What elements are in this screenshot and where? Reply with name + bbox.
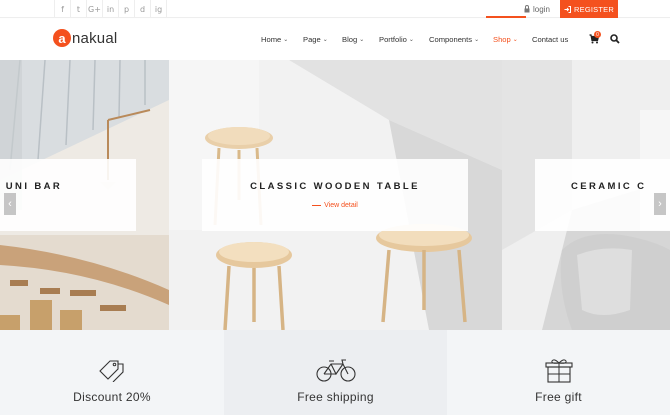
feature-discount: Discount 20%	[0, 330, 224, 415]
active-nav-indicator	[486, 16, 526, 18]
logo[interactable]: a nakual	[53, 29, 117, 47]
lock-icon	[524, 5, 530, 13]
bicycle-icon	[315, 359, 356, 382]
nav-item-components[interactable]: Components ⌄	[429, 19, 479, 60]
view-detail-label: View detail	[324, 202, 358, 209]
nav-label: Portfolio	[379, 35, 407, 44]
nav-item-page[interactable]: Page ⌄	[303, 19, 328, 60]
facebook-icon[interactable]: f	[55, 0, 71, 18]
feature-label: Free shipping	[297, 390, 374, 404]
chevron-right-icon: ›	[658, 198, 662, 210]
slide-classic-wooden-table: CLASSIC WOODEN TABLE View detail	[169, 60, 502, 330]
chevron-down-icon: ⌄	[408, 37, 414, 43]
cart-count-badge: 0	[594, 31, 601, 38]
slide-uni-bar: UNI BAR	[0, 60, 169, 330]
chevron-down-icon: ⌄	[512, 37, 518, 43]
login-link[interactable]: login	[524, 0, 550, 18]
nav-label: Contact us	[532, 35, 569, 44]
login-label: login	[533, 4, 550, 14]
link-dash	[312, 204, 322, 206]
feature-label: Free gift	[535, 390, 582, 404]
feature-label: Discount 20%	[73, 390, 151, 404]
logo-mark: a	[53, 29, 71, 47]
pinterest-icon[interactable]: p	[119, 0, 135, 18]
slide-caption: UNI BAR	[0, 159, 136, 231]
twitter-icon[interactable]: t	[71, 0, 87, 18]
nav-item-contact[interactable]: Contact us	[532, 19, 568, 60]
instagram-icon[interactable]: ig	[151, 0, 167, 18]
nav-item-home[interactable]: Home ⌄	[261, 19, 288, 60]
top-bar: f t G+ in p d ig login REGISTER	[0, 0, 670, 18]
slide-ceramic: CERAMIC C	[502, 60, 670, 330]
google-plus-icon[interactable]: G+	[87, 0, 103, 18]
slide-title: UNI BAR	[5, 181, 63, 192]
linkedin-icon[interactable]: in	[103, 0, 119, 18]
main-header: a nakual Home ⌄ Page ⌄ Blog ⌄ Portfolio ⌄ Co…	[0, 19, 670, 60]
nav-label: Home	[261, 35, 282, 44]
slide-title: CLASSIC WOODEN TABLE	[250, 181, 420, 192]
dribbble-icon[interactable]: d	[135, 0, 151, 18]
nav-item-shop[interactable]: Shop ⌄	[493, 19, 518, 60]
chevron-down-icon: ⌄	[322, 37, 328, 43]
gift-icon	[544, 359, 573, 383]
search-icon[interactable]	[610, 34, 620, 44]
next-slide-button[interactable]: ›	[654, 193, 666, 215]
social-links: f t G+ in p d ig	[54, 0, 167, 18]
chevron-down-icon: ⌄	[359, 37, 365, 43]
tag-icon	[99, 360, 124, 382]
slide-caption: CLASSIC WOODEN TABLE View detail	[202, 159, 468, 231]
nav-item-portfolio[interactable]: Portfolio ⌄	[379, 19, 414, 60]
chevron-down-icon: ⌄	[474, 37, 480, 43]
nav-item-blog[interactable]: Blog ⌄	[342, 19, 364, 60]
nav-label: Blog	[342, 35, 358, 44]
sign-in-icon	[564, 5, 572, 13]
features-strip: Discount 20% Free shipping Free gift	[0, 330, 670, 415]
register-label: REGISTER	[574, 4, 614, 14]
chevron-left-icon: ‹	[8, 198, 12, 210]
logo-text: nakual	[72, 29, 118, 47]
view-detail-link[interactable]: View detail	[202, 202, 468, 209]
slide-caption: CERAMIC C	[535, 159, 670, 231]
chevron-down-icon: ⌄	[283, 37, 289, 43]
hero-slider: UNI BAR CLASSIC WOODEN TABLE View detail…	[0, 60, 670, 330]
nav-label: Components	[429, 35, 473, 44]
register-button[interactable]: REGISTER	[560, 0, 618, 18]
slide-title: CERAMIC C	[571, 181, 647, 192]
prev-slide-button[interactable]: ‹	[4, 193, 16, 215]
feature-free-shipping: Free shipping	[224, 330, 447, 415]
nav-label: Shop	[493, 35, 511, 44]
nav-label: Page	[303, 35, 321, 44]
feature-free-gift: Free gift	[447, 330, 670, 415]
